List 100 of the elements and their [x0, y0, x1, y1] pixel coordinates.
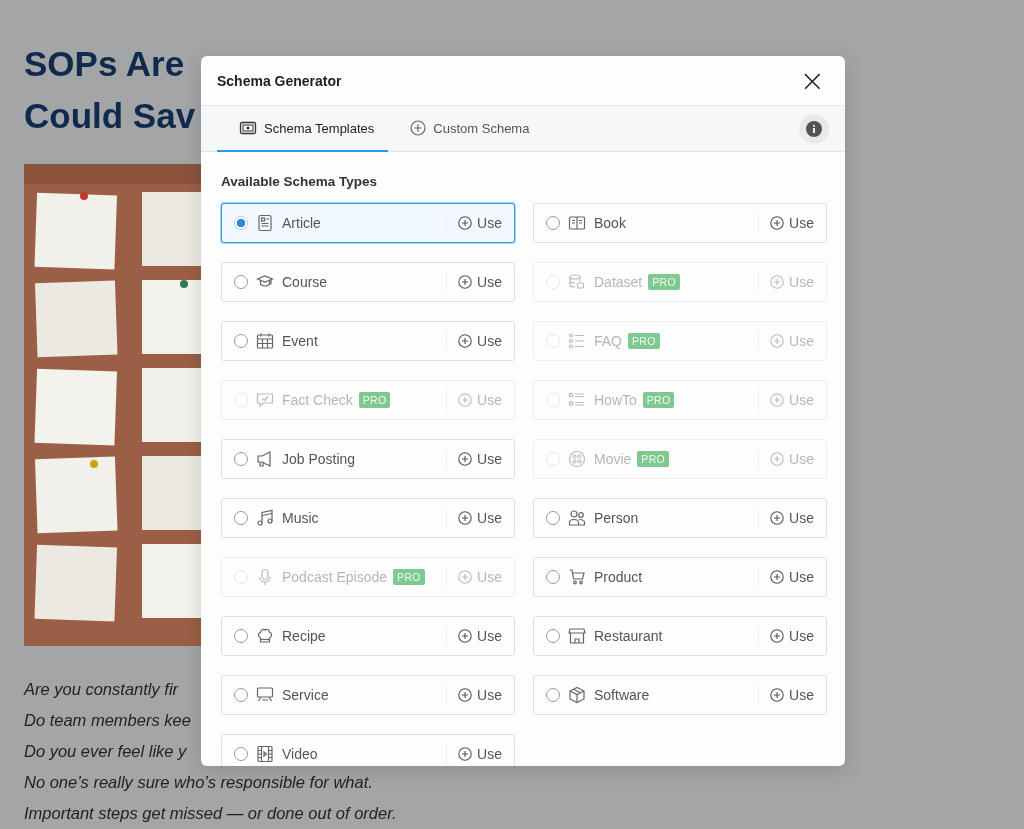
plus-circle-icon: [770, 334, 785, 348]
schema-card[interactable]: Job Posting Use: [221, 439, 515, 479]
chat-check-icon: [256, 391, 274, 409]
tab[interactable]: Custom Schema: [388, 106, 544, 152]
schema-name: Article: [282, 215, 321, 231]
schema-name: Course: [282, 274, 328, 290]
radio-button[interactable]: [546, 511, 560, 525]
plus-circle-icon: [458, 452, 473, 466]
schema-card[interactable]: Book Use: [533, 203, 827, 243]
pro-badge: PRO: [642, 392, 675, 408]
plus-circle-icon: [770, 629, 785, 643]
radio-button[interactable]: [546, 629, 560, 643]
article-title: SOPs Are: [24, 44, 185, 83]
use-button[interactable]: Use: [446, 449, 502, 469]
plus-circle-icon: [770, 511, 785, 525]
schema-name: Podcast Episode: [282, 569, 388, 585]
chef-hat-icon: [256, 627, 274, 645]
schema-card[interactable]: Restaurant Use: [533, 616, 827, 656]
schema-name: Dataset: [594, 274, 643, 290]
schema-card[interactable]: Event Use: [221, 321, 515, 361]
schema-name: FAQ: [594, 333, 622, 349]
radio-button[interactable]: [546, 216, 560, 230]
radio-button[interactable]: [234, 511, 248, 525]
use-button[interactable]: Use: [758, 626, 814, 646]
radio-button[interactable]: [546, 688, 560, 702]
radio-button[interactable]: [234, 747, 248, 761]
tab[interactable]: Schema Templates: [217, 106, 389, 152]
use-button[interactable]: Use: [758, 213, 814, 233]
use-button[interactable]: Use: [446, 331, 502, 351]
schema-name: HowTo: [594, 392, 637, 408]
plus-circle-icon: [458, 275, 473, 289]
plus-circle-icon: [770, 393, 785, 407]
use-button[interactable]: Use: [758, 567, 814, 587]
schema-name: Music: [282, 510, 319, 526]
pro-badge: PRO: [358, 392, 391, 408]
plus-circle-icon: [770, 688, 785, 702]
schema-name: Video: [282, 746, 318, 762]
schema-name: Event: [282, 333, 318, 349]
plus-circle-icon: [770, 452, 785, 466]
schema-card[interactable]: Article Use: [221, 203, 515, 243]
section-title: Available Schema Types: [221, 174, 379, 189]
package-icon: [568, 686, 586, 704]
plus-circle-icon: [458, 747, 473, 761]
use-button[interactable]: Use: [446, 213, 502, 233]
schema-card[interactable]: Service Use: [221, 675, 515, 715]
radio-button[interactable]: [234, 452, 248, 466]
article-text: Do team members kee: [24, 711, 191, 729]
music-note-icon: [256, 509, 274, 527]
close-button[interactable]: ×: [795, 68, 829, 93]
document-icon: [256, 214, 274, 232]
use-button[interactable]: Use: [758, 685, 814, 705]
radio-button[interactable]: [234, 216, 248, 230]
plus-circle-icon: [770, 275, 785, 289]
microphone-icon: [256, 568, 274, 586]
info-icon: [806, 120, 822, 137]
presentation-icon: [256, 686, 274, 704]
film-reel-icon: [568, 450, 586, 468]
use-button[interactable]: Use: [446, 685, 502, 705]
article-text: No one’s really sure who’s responsible for what.: [24, 773, 373, 791]
schema-name: Recipe: [282, 628, 326, 644]
use-button[interactable]: Use: [446, 508, 502, 528]
schema-card[interactable]: Product Use: [533, 557, 827, 597]
plus-circle-icon: [458, 570, 473, 584]
plus-circle-icon: [458, 334, 473, 348]
schema-card[interactable]: Course Use: [221, 262, 515, 302]
radio-button[interactable]: [234, 275, 248, 289]
schema-name: Restaurant: [594, 628, 663, 644]
calendar-icon: [256, 332, 274, 350]
plus-circle-icon: [458, 393, 473, 407]
use-button[interactable]: Use: [446, 744, 502, 764]
shopping-cart-icon: [568, 568, 586, 586]
radio-button[interactable]: [234, 688, 248, 702]
schema-card[interactable]: Recipe Use: [221, 616, 515, 656]
plus-circle-icon: [458, 511, 473, 525]
plus-circle-icon: [410, 120, 427, 136]
schema-name: Product: [594, 569, 643, 585]
info-button[interactable]: [799, 113, 829, 144]
schema-card[interactable]: Video Use: [221, 734, 515, 766]
template-icon: [239, 120, 257, 136]
list-icon: [568, 332, 586, 350]
schema-card[interactable]: Music Use: [221, 498, 515, 538]
pro-badge: PRO: [637, 451, 669, 467]
use-button[interactable]: Use: [758, 508, 814, 528]
schema-name: Book: [594, 215, 626, 231]
pro-badge: PRO: [648, 274, 680, 290]
radio-button[interactable]: [234, 629, 248, 643]
schema-name: Job Posting: [282, 451, 356, 467]
list-icon: [568, 391, 586, 409]
schema-name: Person: [594, 510, 639, 526]
radio-button[interactable]: [234, 334, 248, 348]
use-button[interactable]: Use: [446, 272, 502, 292]
book-icon: [568, 214, 586, 232]
dialog-title: Schema Generator: [217, 72, 342, 89]
article-text: Are you constantly fir: [24, 680, 179, 698]
schema-card[interactable]: Person Use: [533, 498, 827, 538]
schema-name: Movie: [594, 451, 632, 467]
schema-card[interactable]: Software Use: [533, 675, 827, 715]
radio-button[interactable]: [546, 570, 560, 584]
plus-circle-icon: [458, 629, 473, 643]
use-button[interactable]: Use: [446, 626, 502, 646]
